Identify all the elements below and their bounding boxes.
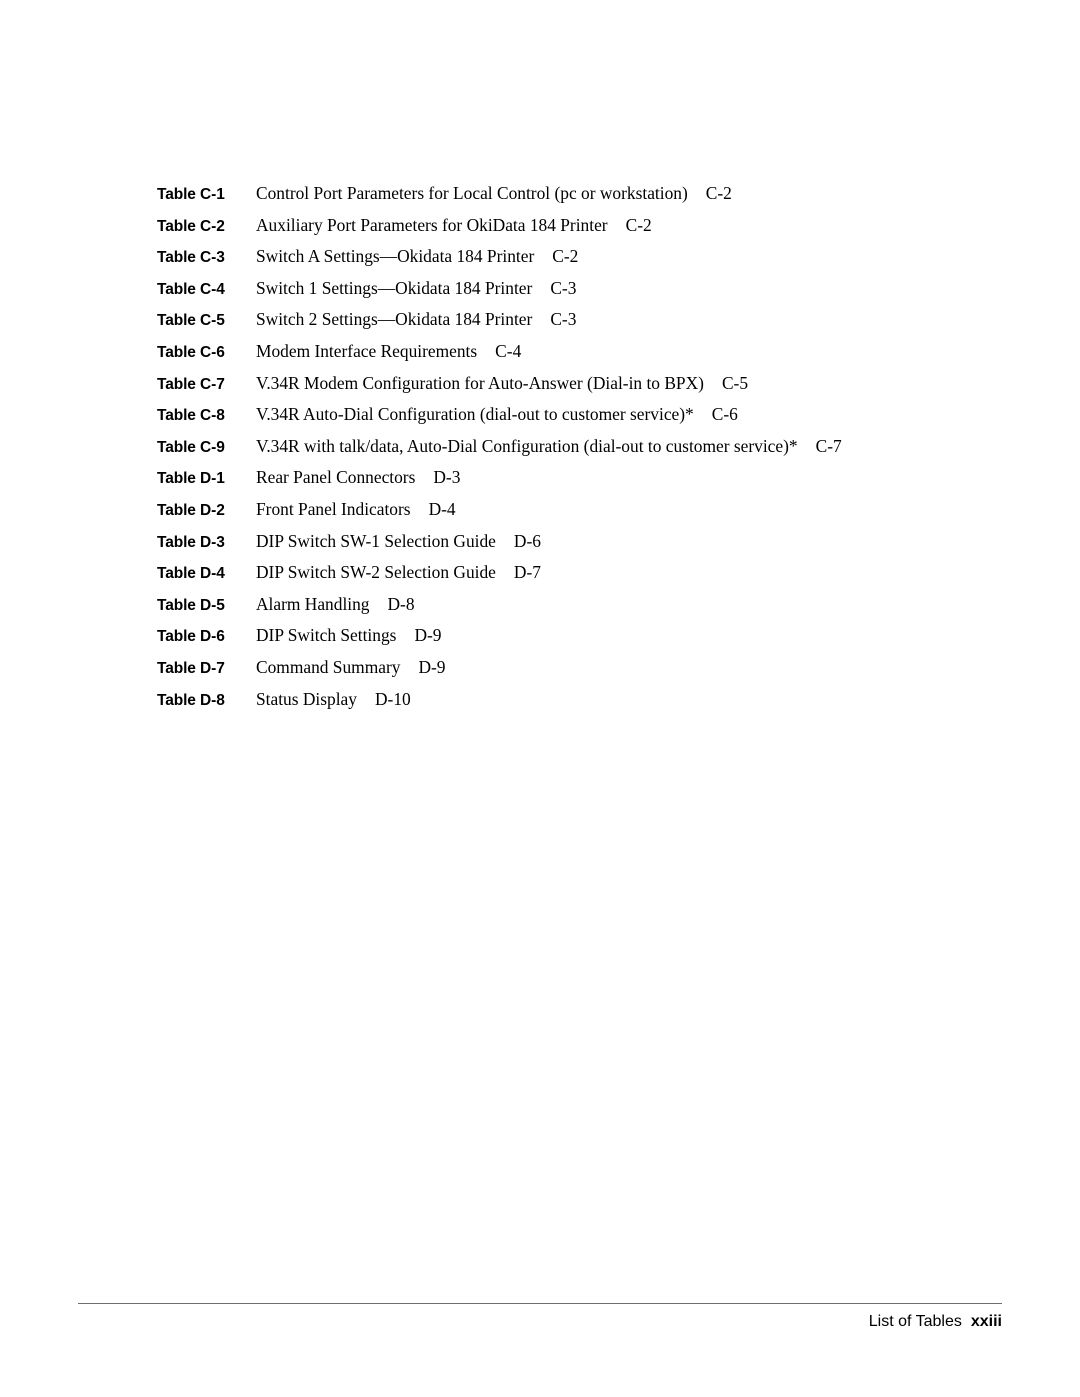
table-page-reference: D-6 <box>513 530 541 551</box>
table-title: Command Summary <box>256 656 401 677</box>
table-label: Table C-4 <box>157 280 225 298</box>
table-label: Table C-3 <box>157 249 225 267</box>
footer-text: List of Tables xxiii <box>78 1313 1002 1331</box>
table-title: DIP Switch SW-2 Selection Guide <box>256 562 496 583</box>
table-label: Table D-7 <box>157 659 225 677</box>
table-label: Table D-3 <box>157 533 225 551</box>
list-of-tables-entry[interactable]: Table D-7 Command Summary D-9 <box>157 657 1037 689</box>
footer-page-number: xxiii <box>970 1313 1002 1330</box>
table-title: V.34R with talk/data, Auto-Dial Configur… <box>256 435 798 456</box>
table-title: Switch A Settings—Okidata 184 Printer <box>256 246 535 267</box>
table-label: Table C-6 <box>157 343 225 361</box>
list-of-tables-entry[interactable]: Table D-3 DIP Switch SW-1 Selection Guide… <box>157 531 1037 563</box>
list-of-tables-entry[interactable]: Table C-1 Control Port Parameters for Loc… <box>157 183 1037 215</box>
footer-divider <box>78 1303 1002 1304</box>
table-page-reference: D-4 <box>428 498 456 519</box>
list-of-tables-entry[interactable]: Table D-4 DIP Switch SW-2 Selection Guide… <box>157 562 1037 594</box>
table-page-reference: C-2 <box>625 214 652 235</box>
table-label: Table D-2 <box>157 501 225 519</box>
table-label: Table C-5 <box>157 312 225 330</box>
list-of-tables-entry[interactable]: Table C-6 Modem Interface Requirements C-4 <box>157 341 1037 373</box>
table-title: Switch 2 Settings—Okidata 184 Printer <box>256 309 533 330</box>
table-label: Table C-1 <box>157 186 225 203</box>
table-label: Table D-5 <box>157 596 225 614</box>
document-page: Table C-1 Control Port Parameters for Loc… <box>0 0 1080 1397</box>
list-of-tables-entry[interactable]: Table C-9 V.34R with talk/data, Auto-Dial… <box>157 436 1037 468</box>
table-title: DIP Switch Settings <box>256 625 397 646</box>
table-page-reference: C-2 <box>552 246 579 267</box>
list-of-tables-entry[interactable]: Table D-6 DIP Switch Settings D-9 <box>157 625 1037 657</box>
table-title: V.34R Modem Configuration for Auto-Answe… <box>256 372 704 393</box>
table-title: Alarm Handling <box>256 593 370 614</box>
list-of-tables: Table C-1 Control Port Parameters for Loc… <box>157 183 1037 720</box>
table-page-reference: D-7 <box>513 562 541 583</box>
table-page-reference: D-8 <box>387 593 415 614</box>
table-page-reference: C-4 <box>495 340 522 361</box>
table-title: Auxiliary Port Parameters for OkiData 18… <box>256 214 608 235</box>
table-page-reference: C-6 <box>711 404 738 425</box>
table-page-reference: C-3 <box>550 277 577 298</box>
table-label: Table D-4 <box>157 565 225 583</box>
list-of-tables-entry[interactable]: Table C-4 Switch 1 Settings—Okidata 184 P… <box>157 278 1037 310</box>
table-title: Modem Interface Requirements <box>256 340 478 361</box>
list-of-tables-entry[interactable]: Table C-5 Switch 2 Settings—Okidata 184 P… <box>157 309 1037 341</box>
list-of-tables-entry[interactable]: Table D-2 Front Panel Indicators D-4 <box>157 499 1037 531</box>
table-title: V.34R Auto-Dial Configuration (dial-out … <box>256 404 694 425</box>
table-label: Table D-6 <box>157 628 225 646</box>
table-label: Table C-8 <box>157 407 225 425</box>
table-page-reference: D-9 <box>418 656 446 677</box>
table-page-reference: C-7 <box>815 435 842 456</box>
table-label: Table C-9 <box>157 438 225 456</box>
table-label: Table D-1 <box>157 470 225 488</box>
page-footer: List of Tables xxiii <box>78 1303 1002 1331</box>
list-of-tables-entry[interactable]: Table D-5 Alarm Handling D-8 <box>157 594 1037 626</box>
table-page-reference: C-5 <box>721 372 749 393</box>
table-page-reference: D-3 <box>433 467 461 488</box>
table-page-reference: C-2 <box>705 183 732 203</box>
table-label: Table D-8 <box>157 691 225 709</box>
list-of-tables-entry[interactable]: Table C-2 Auxiliary Port Parameters for O… <box>157 215 1037 247</box>
table-title: Front Panel Indicators <box>256 498 411 519</box>
table-title: Switch 1 Settings—Okidata 184 Printer <box>256 277 533 298</box>
table-page-reference: D-9 <box>414 625 442 646</box>
list-of-tables-entry[interactable]: Table C-7 V.34R Modem Configuration for A… <box>157 373 1037 405</box>
footer-section-label: List of Tables <box>868 1313 962 1330</box>
table-title: Rear Panel Connectors <box>256 467 416 488</box>
table-page-reference: C-3 <box>550 309 577 330</box>
list-of-tables-entry[interactable]: Table D-1 Rear Panel Connectors D-3 <box>157 467 1037 499</box>
table-title: Status Display <box>256 688 357 709</box>
table-page-reference: D-10 <box>374 688 411 709</box>
table-title: Control Port Parameters for Local Contro… <box>256 183 688 203</box>
list-of-tables-entry[interactable]: Table C-3 Switch A Settings—Okidata 184 P… <box>157 246 1037 278</box>
list-of-tables-entry[interactable]: Table D-8 Status Display D-10 <box>157 689 1037 721</box>
table-label: Table C-2 <box>157 217 225 235</box>
table-title: DIP Switch SW-1 Selection Guide <box>256 530 496 551</box>
list-of-tables-entry[interactable]: Table C-8 V.34R Auto-Dial Configuration (… <box>157 404 1037 436</box>
table-label: Table C-7 <box>157 375 225 393</box>
